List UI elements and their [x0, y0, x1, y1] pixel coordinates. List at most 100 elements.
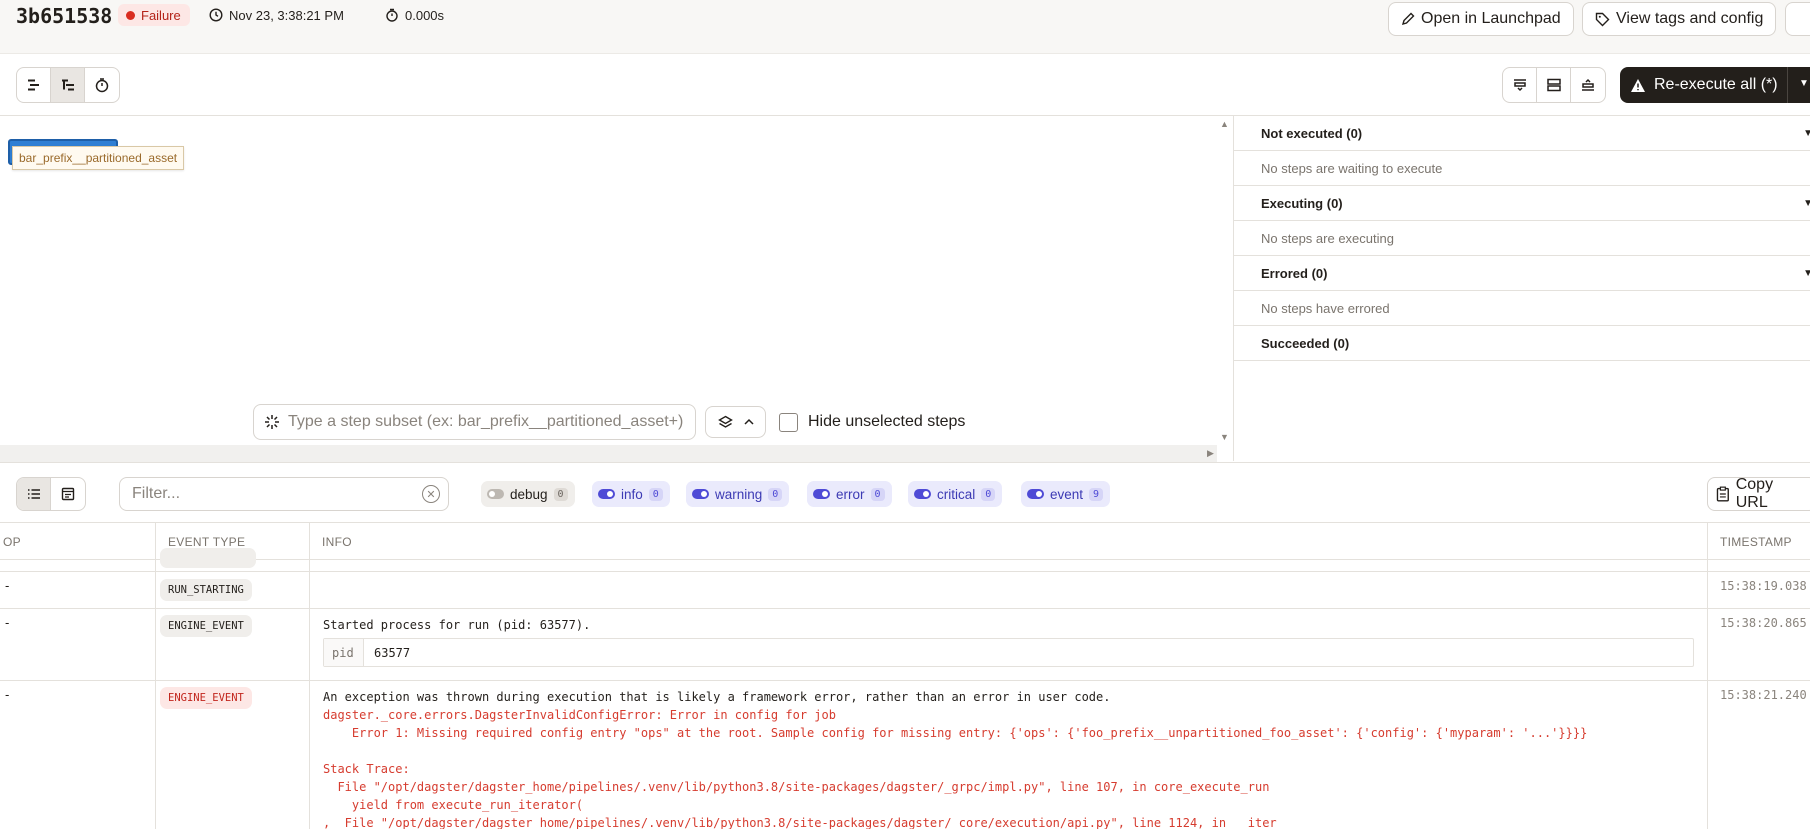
metadata-key: pid — [324, 639, 364, 666]
toggle-icon — [813, 489, 830, 499]
column-divider — [155, 523, 156, 829]
level-toggle-event[interactable]: event 9 — [1021, 481, 1111, 507]
metadata-table: pid 63577 — [323, 638, 1694, 667]
level-name: event — [1050, 486, 1084, 502]
level-toggle-critical[interactable]: critical 0 — [908, 481, 1003, 507]
split-icon — [1546, 78, 1561, 92]
level-toggle-error[interactable]: error 0 — [807, 481, 892, 507]
structured-logs-button[interactable] — [17, 478, 51, 510]
log-view-toggle — [16, 477, 86, 511]
graph-horizontal-scrollbar[interactable]: ▶ — [0, 445, 1217, 462]
clipboard-icon — [1716, 486, 1729, 502]
raw-logs-button[interactable] — [51, 478, 85, 510]
level-name: error — [836, 486, 865, 502]
view-mode-toggle — [16, 67, 120, 103]
more-actions-button[interactable] — [1785, 2, 1810, 36]
error-line: , File "/opt/dagster/dagster_home/pipeli… — [323, 816, 1292, 829]
timestamp-cell: 15:38:19.038 — [1720, 579, 1807, 593]
copy-url-label: Copy URL — [1735, 476, 1774, 511]
filter-placeholder: Filter... — [132, 485, 181, 502]
chevron-up-icon — [743, 418, 754, 425]
stopwatch-icon — [95, 78, 109, 93]
timer-view-button[interactable] — [85, 68, 119, 102]
copy-url-button[interactable]: Copy URL — [1707, 476, 1810, 511]
hide-unselected-toggle[interactable]: Hide unselected steps — [779, 408, 965, 436]
gantt-icon — [27, 79, 39, 91]
empty-state: No steps are waiting to execute — [1234, 151, 1810, 186]
logs-toolbar: Filter... ✕ debug 0 info 0 warning 0 err… — [0, 462, 1810, 523]
op-cell: - — [5, 578, 10, 593]
hide-unselected-checkbox[interactable] — [779, 412, 798, 432]
graph-vertical-scrollbar[interactable]: ▲ ▼ — [1217, 116, 1232, 461]
empty-state: No steps have errored — [1234, 291, 1810, 326]
graph-view-button[interactable] — [51, 68, 85, 102]
layers-dropdown[interactable] — [705, 406, 766, 438]
layout-toggle — [1502, 67, 1606, 103]
level-count: 9 — [1089, 487, 1104, 501]
gantt-view-button[interactable] — [17, 68, 51, 102]
event-type-badge — [160, 548, 256, 568]
info-text: An exception was thrown during execution… — [323, 690, 1111, 704]
caret-down-icon[interactable]: ▼ — [1799, 78, 1809, 89]
timestamp-text: Nov 23, 3:38:21 PM — [229, 7, 344, 23]
run-duration: 0.000s — [385, 4, 444, 26]
section-title: Succeeded (0) — [1261, 335, 1350, 351]
table-row: - ENGINE_EVENT An exception was thrown d… — [0, 681, 1810, 829]
toggle-icon — [692, 489, 709, 499]
scroll-up-icon[interactable]: ▲ — [1220, 119, 1229, 129]
clear-filter-icon[interactable]: ✕ — [422, 485, 440, 503]
table-row: - RUN_STARTING 15:38:19.038 — [0, 572, 1810, 609]
view-tags-button[interactable]: View tags and config — [1582, 2, 1777, 36]
tag-icon — [1595, 12, 1610, 26]
pencil-icon — [1401, 12, 1415, 26]
section-title: Not executed (0) — [1261, 125, 1363, 141]
chevron-down-icon: ▼ — [1803, 127, 1810, 139]
collapse-top-button[interactable] — [1503, 68, 1537, 102]
level-toggle-warning[interactable]: warning 0 — [686, 481, 790, 507]
step-subset-placeholder: Type a step subset (ex: bar_prefix__part… — [288, 413, 684, 430]
open-launchpad-label: Open in Launchpad — [1421, 10, 1561, 27]
scroll-right-icon[interactable]: ▶ — [1207, 448, 1214, 459]
clock-icon — [209, 8, 223, 22]
warning-icon — [1631, 78, 1645, 92]
toggle-icon — [1027, 489, 1044, 499]
level-name: debug — [510, 486, 548, 502]
section-title: Errored (0) — [1261, 265, 1328, 281]
section-errored[interactable]: Errored (0) ▼ — [1234, 256, 1810, 291]
info-text: Started process for run (pid: 63577). — [323, 618, 591, 632]
toggle-icon — [487, 489, 504, 499]
toggle-icon — [914, 489, 931, 499]
level-toggle-debug[interactable]: debug 0 — [481, 481, 575, 507]
section-executing[interactable]: Executing (0) ▼ — [1234, 186, 1810, 221]
metadata-value: 63577 — [374, 645, 411, 660]
column-divider — [309, 523, 310, 829]
level-name: info — [621, 486, 643, 502]
toggle-icon — [598, 489, 615, 499]
level-count: 0 — [981, 487, 996, 501]
failure-dot-icon — [126, 10, 135, 20]
scroll-down-icon[interactable]: ▼ — [1220, 432, 1229, 442]
document-icon — [61, 487, 75, 501]
timestamp-cell: 15:38:20.865 — [1720, 616, 1807, 630]
op-cell: - — [5, 687, 10, 702]
reexecute-all-button[interactable]: Re-execute all (*) ▼ — [1620, 67, 1810, 103]
event-type-badge: RUN_STARTING — [160, 579, 252, 601]
empty-state: No steps are executing — [1234, 221, 1810, 256]
section-succeeded[interactable]: Succeeded (0) — [1234, 326, 1810, 361]
steps-panel: Not executed (0) ▼ No steps are waiting … — [1233, 116, 1810, 461]
list-icon — [27, 489, 40, 499]
error-line: Error 1: Missing required config entry "… — [323, 726, 1588, 740]
timer-icon — [386, 8, 398, 22]
collapse-bottom-button[interactable] — [1571, 68, 1605, 102]
table-row — [0, 548, 1810, 572]
section-not-executed[interactable]: Not executed (0) ▼ — [1234, 116, 1810, 151]
level-count: 0 — [870, 487, 885, 501]
log-table-header: OP EVENT TYPE INFO TIMESTAMP — [0, 523, 1810, 560]
hide-unselected-label: Hide unselected steps — [808, 413, 966, 430]
column-info: INFO — [322, 534, 352, 549]
log-filter-input[interactable]: Filter... ✕ — [119, 477, 449, 511]
split-view-button[interactable] — [1537, 68, 1571, 102]
level-toggle-info[interactable]: info 0 — [592, 481, 670, 507]
step-subset-input[interactable]: Type a step subset (ex: bar_prefix__part… — [253, 404, 696, 440]
open-launchpad-button[interactable]: Open in Launchpad — [1388, 2, 1574, 36]
